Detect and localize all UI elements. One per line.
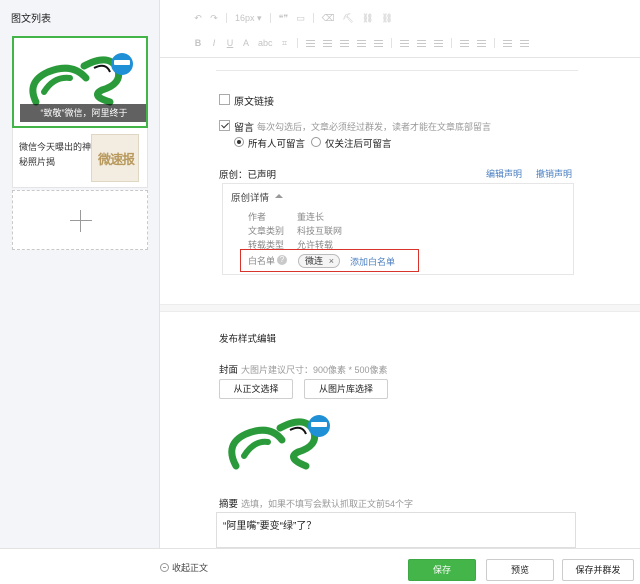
eraser-icon[interactable]: ⌫: [322, 13, 335, 24]
highlight-icon[interactable]: abc: [258, 38, 273, 48]
toolbar-divider: [296, 38, 298, 48]
unlink-icon[interactable]: ⛓: [381, 13, 392, 24]
link-icon[interactable]: ⛓: [362, 13, 373, 24]
content-divider: [216, 70, 578, 71]
align-left-icon[interactable]: [305, 39, 315, 47]
toolbar-divider: [390, 38, 392, 48]
chevron-up-icon[interactable]: [275, 194, 283, 198]
summary-hint: 选填，如果不填写会默认抓取正文前54个字: [241, 499, 414, 509]
save-and-publish-button[interactable]: 保存并群发: [562, 559, 634, 581]
article-2-thumb-text: 微速报: [97, 153, 135, 168]
toolbar-divider: [450, 38, 452, 48]
add-article-button[interactable]: [12, 190, 148, 250]
font-color-icon[interactable]: A: [242, 38, 250, 48]
align-right-icon[interactable]: [339, 39, 349, 47]
toolbar-divider: [312, 13, 314, 23]
toolbar-divider: [269, 13, 271, 23]
article-2-title: 微信今天曝出的神秘照片揭: [19, 142, 92, 167]
add-whitelist-link[interactable]: 添加白名单: [350, 255, 395, 268]
revoke-declaration-link[interactable]: 撤销声明: [536, 167, 572, 180]
line-height-icon[interactable]: [399, 39, 409, 47]
unordered-list-icon[interactable]: [476, 39, 486, 47]
toolbar-row-2: B I U A abc ⌗: [194, 36, 537, 50]
table-icon[interactable]: [502, 39, 512, 47]
article-card-1[interactable]: “致敬”微信，阿里终于: [12, 36, 148, 128]
comment-hint: 每次勾选后，文章必须经过群发，读者才能在文章底部留言: [257, 122, 492, 132]
more-format-icon[interactable]: [519, 39, 529, 47]
detail-category-key: 文章类别: [248, 226, 285, 236]
article-2-thumbnail: 微速报: [91, 134, 139, 182]
editor-toolbar: ↶ ↷ 16px ▾ ❝❞ ▭ ⌫ ⛏ ⛓ ⛓ B I U A abc ⌗: [160, 0, 640, 58]
section-divider: [160, 304, 640, 312]
ordered-list-icon[interactable]: [459, 39, 469, 47]
plus-icon: [70, 210, 92, 232]
publish-section-title: 发布样式编辑: [219, 334, 277, 345]
article-list-title: 图文列表: [11, 14, 51, 25]
detail-author-value: 董连长: [297, 212, 325, 222]
edit-declaration-link[interactable]: 编辑声明: [486, 167, 522, 180]
format-brush-icon[interactable]: ⛏: [342, 13, 353, 24]
select-from-library-button[interactable]: 从图片库选择: [304, 379, 388, 399]
summary-input[interactable]: “阿里嘴”要变“绿”了？: [216, 512, 576, 548]
collapse-icon: [160, 563, 169, 572]
radio-all-users-label: 所有人可留言: [248, 139, 306, 150]
original-status: 原创：已声明: [219, 170, 277, 181]
cover-hint: 大图片建议尺寸：900像素 * 500像素: [241, 365, 388, 375]
paragraph-spacing-icon[interactable]: [416, 39, 426, 47]
preview-button[interactable]: 预览: [486, 559, 554, 581]
detail-author-key: 作者: [248, 212, 267, 222]
letter-spacing-icon[interactable]: [433, 39, 443, 47]
help-icon[interactable]: ?: [277, 255, 287, 265]
horizontal-rule-icon[interactable]: ▭: [296, 13, 305, 24]
format-icon[interactable]: ⌗: [281, 38, 289, 49]
indent-icon[interactable]: [373, 39, 383, 47]
italic-icon[interactable]: I: [210, 38, 218, 48]
save-button[interactable]: 保存: [408, 559, 476, 581]
cover-label: 封面: [219, 365, 239, 376]
source-link-label: 原文链接: [234, 97, 274, 108]
radio-followers-only[interactable]: [311, 137, 321, 147]
summary-label: 摘要: [219, 499, 239, 510]
detail-category-value: 科技互联网: [297, 226, 343, 236]
font-size-select[interactable]: 16px ▾: [235, 13, 262, 24]
radio-followers-only-label: 仅关注后可留言: [325, 139, 392, 150]
bold-icon[interactable]: B: [194, 38, 202, 48]
comment-checkbox[interactable]: [219, 120, 230, 131]
article-settings: 原文链接 留言 每次勾选后，文章必须经过群发，读者才能在文章底部留言 所有人可留…: [160, 58, 640, 548]
whitelist-label: 白名单: [248, 256, 276, 266]
comment-label: 留言: [234, 123, 254, 134]
article-1-caption: “致敬”微信，阿里终于: [20, 104, 146, 122]
toolbar-row-1: ↶ ↷ 16px ▾ ❝❞ ▭ ⌫ ⛏ ⛓ ⛓: [194, 11, 401, 25]
article-list-panel: 图文列表 “致敬”微信，阿里终于 微信今天曝出的神秘照片揭 微速报: [0, 0, 160, 548]
whitelist-tag-label: 微连: [305, 256, 324, 266]
toolbar-divider: [493, 38, 495, 48]
cover-image: [216, 404, 338, 486]
source-link-checkbox[interactable]: [219, 94, 230, 105]
footer-bar: 收起正文 保存 预览 保存并群发: [0, 548, 640, 584]
select-from-body-button[interactable]: 从正文选择: [219, 379, 293, 399]
underline-icon[interactable]: U: [226, 38, 234, 48]
blockquote-icon[interactable]: ❝❞: [279, 13, 289, 24]
whitelist-tag: 微连 ×: [298, 254, 341, 268]
collapse-body-button[interactable]: 收起正文: [160, 561, 208, 574]
radio-all-users[interactable]: [234, 137, 244, 147]
redo-icon[interactable]: ↷: [210, 13, 218, 24]
original-details-title[interactable]: 原创详情: [231, 190, 269, 204]
undo-icon[interactable]: ↶: [194, 13, 202, 24]
align-center-icon[interactable]: [322, 39, 332, 47]
toolbar-divider: [226, 13, 227, 23]
align-justify-icon[interactable]: [356, 39, 366, 47]
article-card-2[interactable]: 微信今天曝出的神秘照片揭 微速报: [12, 128, 148, 188]
collapse-body-label: 收起正文: [172, 563, 209, 573]
remove-tag-icon[interactable]: ×: [329, 255, 334, 267]
